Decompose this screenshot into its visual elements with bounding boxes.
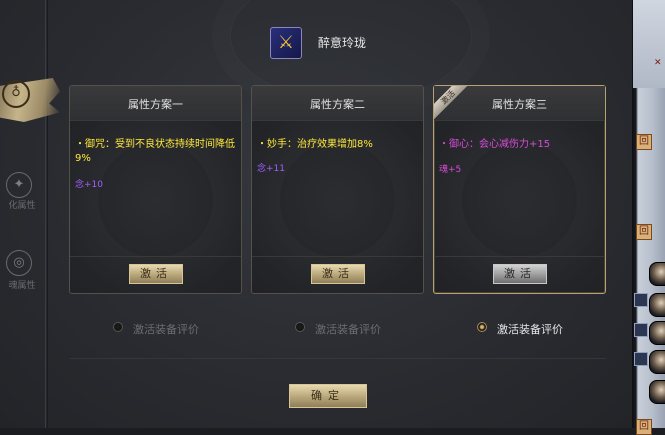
radio-label: 激活装备评价 <box>497 323 563 336</box>
player-avatar[interactable] <box>649 350 665 374</box>
card-description: ・御咒：受到不良状态持续时间降低9% <box>75 139 235 164</box>
sidebar-item-label: 化属性 <box>8 201 36 211</box>
sidebar-item-hun[interactable]: ◎ 魂属性 <box>0 248 42 308</box>
card-description: ・妙手：治疗效果增加8% <box>257 139 373 150</box>
radio-label: 激活装备评价 <box>315 323 381 336</box>
divider <box>434 256 605 257</box>
sidebar-item-label: 魂属性 <box>8 281 36 291</box>
radio-button[interactable] <box>113 322 123 332</box>
activated-ribbon: 激活 <box>434 86 468 120</box>
divider <box>70 358 606 359</box>
attribute-scheme-card-1: 属性方案一 ・御咒：受到不良状态持续时间降低9% 念+10 激活 <box>69 85 242 294</box>
ribbon-label: 激活 <box>434 86 468 120</box>
right-menu-char[interactable]: 回 <box>636 419 652 435</box>
divider <box>252 256 423 257</box>
skill-slot-icon[interactable] <box>634 323 648 337</box>
card-header: 属性方案二 <box>252 86 423 121</box>
radio-button-checked[interactable] <box>477 322 487 332</box>
right-map-area <box>633 0 665 88</box>
sidebar-item-hua[interactable]: ✦ 化属性 <box>0 170 42 230</box>
player-avatar[interactable] <box>649 321 665 345</box>
skill-slot-icon[interactable] <box>634 293 648 307</box>
radio-label: 激活装备评价 <box>133 323 199 336</box>
right-menu-char[interactable]: 回 <box>636 134 652 150</box>
close-icon[interactable]: ✕ <box>654 58 662 68</box>
radio-button[interactable] <box>295 322 305 332</box>
card-title: 属性方案二 <box>310 98 365 111</box>
card-stat: 魂+5 <box>439 165 462 175</box>
activate-button-3[interactable]: 激活 <box>493 264 547 284</box>
item-title: 醉意玲珑 <box>318 36 367 50</box>
skill-slot-icon[interactable] <box>634 352 648 366</box>
confirm-button[interactable]: 确定 <box>289 384 367 408</box>
player-avatar[interactable] <box>649 262 665 286</box>
attribute-scheme-card-2: 属性方案二 ・妙手：治疗效果增加8% 念+11 激活 <box>251 85 424 294</box>
player-avatar[interactable] <box>649 380 665 404</box>
activate-button-2[interactable]: 激活 <box>311 264 365 284</box>
card-stat: 念+10 <box>75 180 103 190</box>
weapon-icon: ⚔ <box>270 27 302 59</box>
sparkle-icon: ✦ <box>6 172 32 198</box>
swirl-icon: ◎ <box>6 250 32 276</box>
brush-tab-icon: ♁ <box>2 80 30 108</box>
card-description: ・御心：会心减伤力+15 <box>439 139 551 150</box>
player-avatar[interactable] <box>649 293 665 317</box>
card-stat: 念+11 <box>257 164 285 174</box>
right-menu-char[interactable]: 回 <box>636 224 652 240</box>
card-header: 属性方案一 <box>70 86 241 121</box>
attribute-scheme-card-3: 属性方案三 激活 ・御心：会心减伤力+15 魂+5 激活 <box>433 85 606 294</box>
activate-button-1[interactable]: 激活 <box>129 264 183 284</box>
divider <box>70 256 241 257</box>
card-title: 属性方案一 <box>128 98 183 111</box>
